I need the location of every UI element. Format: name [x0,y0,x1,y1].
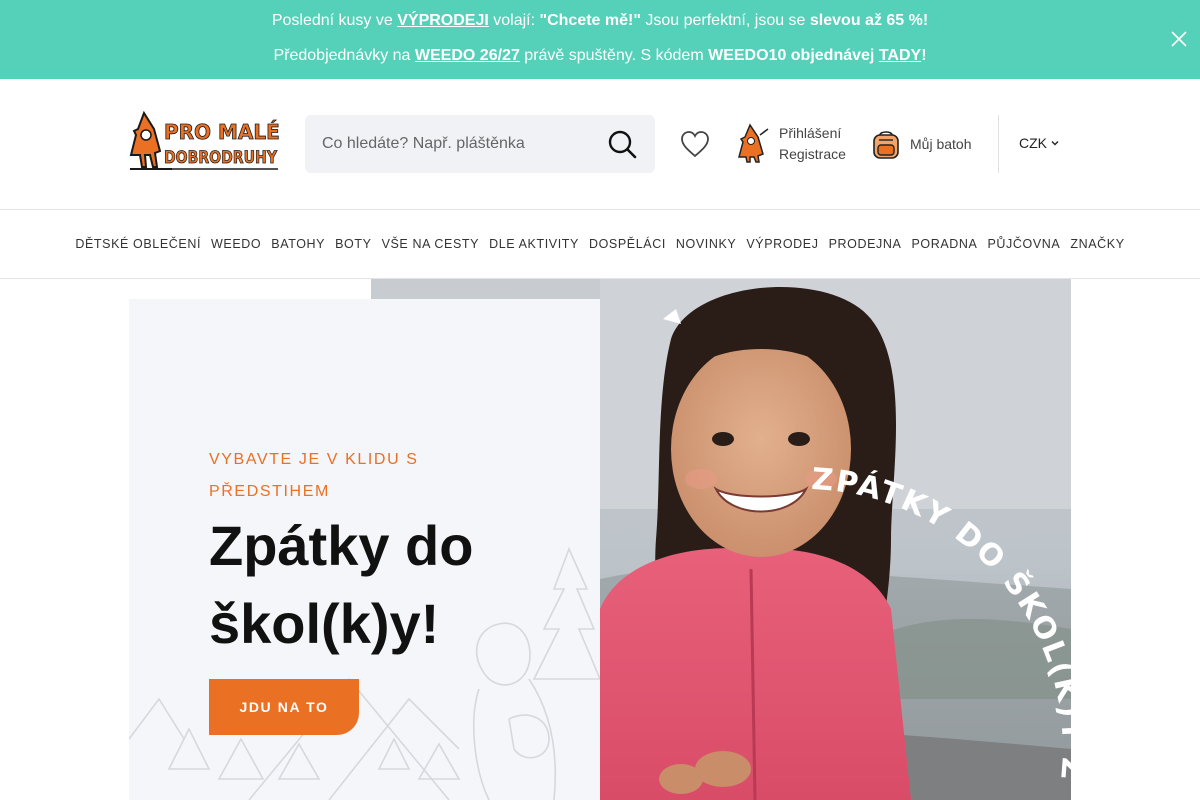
backpack-icon [873,131,899,159]
promo-text: Předobjednávky na [273,47,415,64]
nav-item[interactable]: ZNAČKY [1070,237,1124,251]
close-icon[interactable] [1171,31,1187,47]
search-icon[interactable] [607,129,637,159]
promo-text: Jsou perfektní, jsou se [640,12,810,29]
hero-title: Zpátky do škol(k)y! [209,514,474,655]
nav-item[interactable]: VŠE NA CESTY [382,237,480,251]
search-input[interactable] [322,115,592,173]
promo-text: volají: [488,12,540,29]
user-icon [738,123,769,163]
promo-code: WEEDO10 objednávej [708,47,875,64]
promo-line-2: Předobjednávky na WEEDO 26/27 právě spuš… [0,47,1200,65]
here-link[interactable]: TADY [879,47,921,64]
promo-discount: slevou až 65 %! [809,12,929,29]
currency-select[interactable]: CZK [1019,135,1059,151]
cart-label[interactable]: Můj batoh [910,136,971,152]
weedo-link[interactable]: WEEDO 26/27 [415,47,520,64]
nav-item[interactable]: DOSPĚLÁCI [589,237,666,251]
nav-item[interactable]: PRODEJNA [829,237,902,251]
promo-banner: Poslední kusy ve VÝPRODEJI volají: "Chce… [0,0,1200,79]
main-nav: DĚTSKÉ OBLEČENÍ WEEDO BATOHY BOTY VŠE NA CES… [0,210,1200,279]
nav-item[interactable]: VÝPRODEJ [746,237,818,251]
hero-kicker: VYBAVTE JE V KLIDU S PŘEDSTIHEM [209,451,419,500]
hero-panel: VYBAVTE JE V KLIDU S PŘEDSTIHEM Zpátky d… [129,299,600,800]
search-box [305,115,655,173]
chevron-down-icon [1051,141,1059,146]
promo-quote: "Chcete mě!" [539,12,641,29]
nav-item[interactable]: PŮJČOVNA [987,237,1060,251]
nav-item[interactable]: DLE AKTIVITY [489,237,579,251]
header-divider [998,115,999,173]
promo-text: ! [921,47,927,64]
sale-link[interactable]: VÝPRODEJI [397,12,489,29]
register-label[interactable]: Registrace [779,146,846,162]
hero-banner: ZPÁTKY DO ŠKOL(K)Y ZPÁTKY VYBAVTE JE [0,279,1200,800]
nav-list: DĚTSKÉ OBLEČENÍ WEEDO BATOHY BOTY VŠE NA CES… [0,210,1200,278]
nav-item[interactable]: NOVINKY [676,237,736,251]
site-header: PRO MALÉ DOBRODRUHY Přihlášení Registrac… [0,79,1200,210]
nav-item[interactable]: PORADNA [911,237,977,251]
currency-value: CZK [1019,135,1047,151]
nav-item[interactable]: WEEDO [211,237,261,251]
nav-item[interactable]: BATOHY [271,237,325,251]
nav-item[interactable]: DĚTSKÉ OBLEČENÍ [75,237,201,251]
svg-text:PRO MALÉ: PRO MALÉ [164,120,280,144]
heart-icon[interactable] [680,130,710,158]
promo-line-1: Poslední kusy ve VÝPRODEJI volají: "Chce… [0,12,1200,30]
hero-cta-button[interactable]: JDU NA TO [209,679,359,735]
nav-item[interactable]: BOTY [335,237,371,251]
login-label[interactable]: Přihlášení [779,125,841,141]
logo[interactable]: PRO MALÉ DOBRODRUHY [128,111,280,175]
svg-text:DOBRODRUHY: DOBRODRUHY [164,148,278,168]
promo-text: Poslední kusy ve [271,12,398,29]
promo-text: právě spuštěny. S kódem [519,47,709,64]
